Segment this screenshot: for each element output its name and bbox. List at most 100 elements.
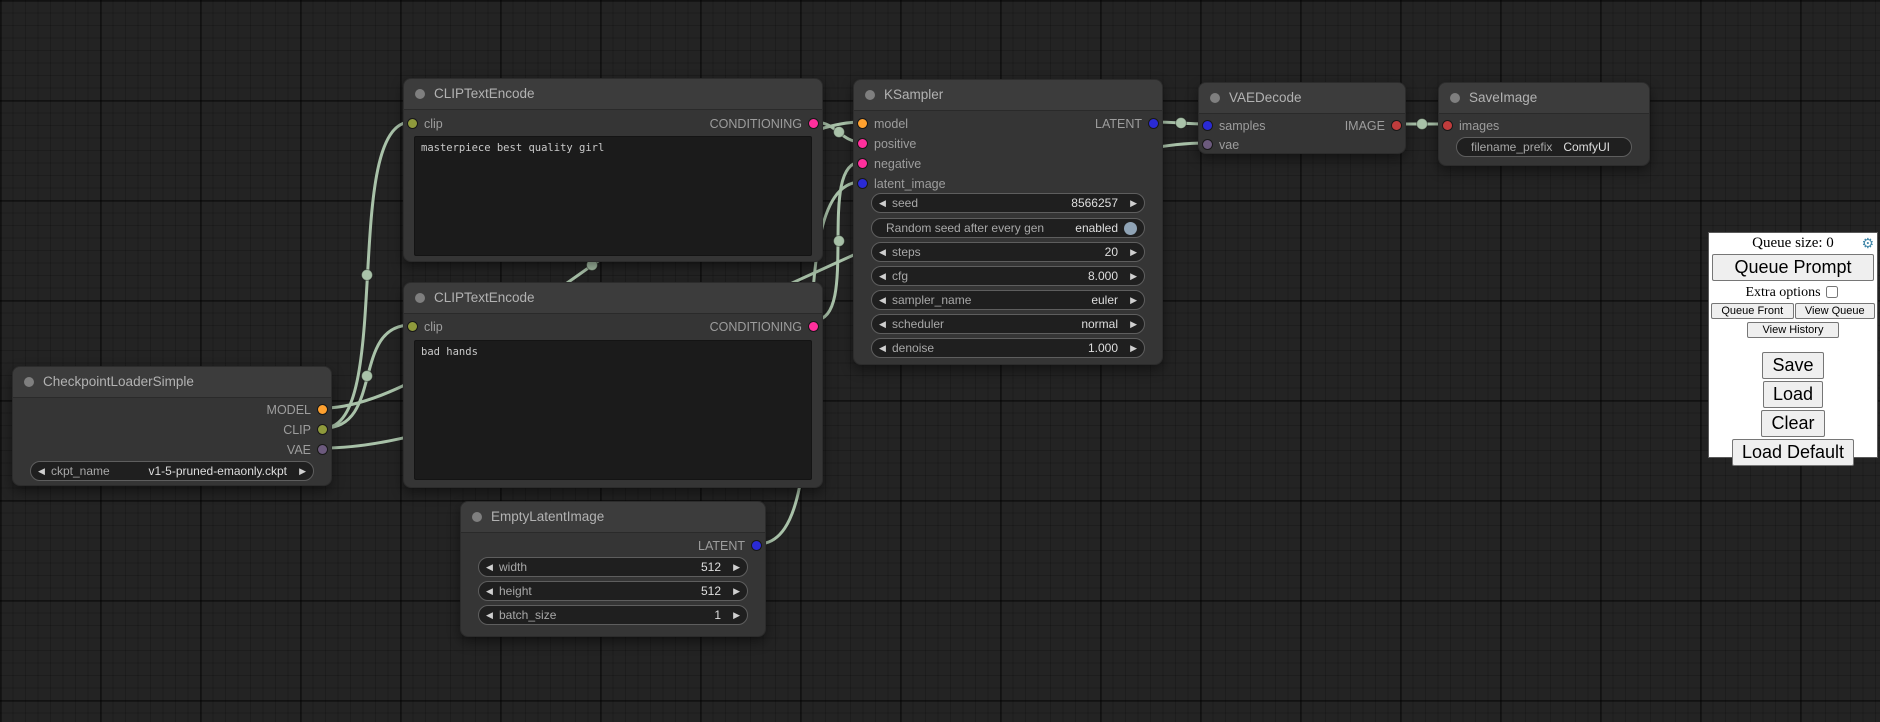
node-title-bar[interactable]: CLIPTextEncode: [404, 79, 822, 110]
height-widget[interactable]: ◀ height 512 ▶: [478, 581, 748, 601]
input-slot-negative[interactable]: negative: [858, 155, 921, 172]
collapse-dot-icon[interactable]: [865, 90, 875, 100]
node-vaedecode[interactable]: VAEDecode samples vae IMAGE: [1198, 82, 1406, 154]
node-cliptextencode-negative[interactable]: CLIPTextEncode clip CONDITIONING bad han…: [403, 282, 823, 488]
increment-arrow-icon[interactable]: ▶: [727, 586, 740, 597]
latent-port-icon[interactable]: [858, 179, 867, 188]
input-slot-latent-image[interactable]: latent_image: [858, 175, 946, 192]
increment-arrow-icon[interactable]: ▶: [1124, 198, 1137, 209]
collapse-dot-icon[interactable]: [1450, 93, 1460, 103]
decrement-arrow-icon[interactable]: ◀: [486, 562, 499, 573]
settings-gear-icon[interactable]: ⚙: [1861, 235, 1874, 254]
vae-port-icon[interactable]: [1203, 140, 1212, 149]
random-seed-toggle-widget[interactable]: Random seed after every gen enabled: [871, 218, 1145, 238]
view-history-button[interactable]: View History: [1747, 322, 1839, 338]
clear-button[interactable]: Clear: [1761, 410, 1824, 437]
input-slot-positive[interactable]: positive: [858, 135, 916, 152]
increment-arrow-icon[interactable]: ▶: [727, 610, 740, 621]
toggle-on-icon[interactable]: [1124, 222, 1137, 235]
comfyui-canvas[interactable]: { "colors": { "link": "#a9c2a9", "title_…: [0, 0, 1880, 722]
node-checkpointloadersimple[interactable]: CheckpointLoaderSimple MODEL CLIP VAE ◀ …: [12, 366, 332, 486]
ckpt-name-widget[interactable]: ◀ ckpt_name v1-5-pruned-emaonly.ckpt ▶: [30, 461, 314, 481]
view-queue-button[interactable]: View Queue: [1795, 303, 1875, 319]
node-title-bar[interactable]: KSampler: [854, 80, 1162, 111]
model-port-icon[interactable]: [318, 405, 327, 414]
input-slot-vae[interactable]: vae: [1203, 136, 1239, 153]
input-slot-images[interactable]: images: [1443, 117, 1499, 134]
queue-prompt-button[interactable]: Queue Prompt: [1712, 254, 1874, 281]
node-cliptextencode-positive[interactable]: CLIPTextEncode clip CONDITIONING masterp…: [403, 78, 823, 262]
node-title-bar[interactable]: SaveImage: [1439, 83, 1649, 114]
extra-options-checkbox[interactable]: [1826, 286, 1838, 298]
image-port-icon[interactable]: [1443, 121, 1452, 130]
load-default-button[interactable]: Load Default: [1732, 439, 1854, 466]
latent-port-icon[interactable]: [752, 541, 761, 550]
input-slot-samples[interactable]: samples: [1203, 117, 1266, 134]
input-slot-clip[interactable]: clip: [408, 115, 443, 132]
output-slot-model[interactable]: MODEL: [267, 401, 327, 418]
queue-front-button[interactable]: Queue Front: [1711, 303, 1794, 319]
denoise-widget[interactable]: ◀ denoise 1.000 ▶: [871, 338, 1145, 358]
decrement-arrow-icon[interactable]: ◀: [879, 343, 892, 354]
output-slot-conditioning[interactable]: CONDITIONING: [710, 318, 818, 335]
latent-port-icon[interactable]: [1149, 119, 1158, 128]
steps-widget[interactable]: ◀ steps 20 ▶: [871, 242, 1145, 262]
cfg-widget[interactable]: ◀ cfg 8.000 ▶: [871, 266, 1145, 286]
node-saveimage[interactable]: SaveImage images filename_prefix ComfyUI: [1438, 82, 1650, 166]
decrement-arrow-icon[interactable]: ◀: [486, 586, 499, 597]
output-slot-clip[interactable]: CLIP: [283, 421, 327, 438]
increment-arrow-icon[interactable]: ▶: [1124, 271, 1137, 282]
node-title-bar[interactable]: CLIPTextEncode: [404, 283, 822, 314]
collapse-dot-icon[interactable]: [415, 293, 425, 303]
increment-arrow-icon[interactable]: ▶: [1124, 343, 1137, 354]
width-widget[interactable]: ◀ width 512 ▶: [478, 557, 748, 577]
increment-arrow-icon[interactable]: ▶: [727, 562, 740, 573]
batch-size-widget[interactable]: ◀ batch_size 1 ▶: [478, 605, 748, 625]
output-slot-latent[interactable]: LATENT: [1095, 115, 1158, 132]
positive-prompt-textarea[interactable]: masterpiece best quality girl: [414, 136, 812, 256]
collapse-dot-icon[interactable]: [1210, 93, 1220, 103]
clip-port-icon[interactable]: [408, 119, 417, 128]
clip-port-icon[interactable]: [318, 425, 327, 434]
increment-arrow-icon[interactable]: ▶: [1124, 319, 1137, 330]
increment-arrow-icon[interactable]: ▶: [293, 466, 306, 477]
node-emptylatentimage[interactable]: EmptyLatentImage LATENT ◀ width 512 ▶ ◀ …: [460, 501, 766, 637]
decrement-arrow-icon[interactable]: ◀: [879, 198, 892, 209]
output-slot-vae[interactable]: VAE: [287, 441, 327, 458]
decrement-arrow-icon[interactable]: ◀: [879, 247, 892, 258]
conditioning-port-icon[interactable]: [809, 322, 818, 331]
decrement-arrow-icon[interactable]: ◀: [879, 271, 892, 282]
node-title-bar[interactable]: VAEDecode: [1199, 83, 1405, 114]
node-title-bar[interactable]: CheckpointLoaderSimple: [13, 367, 331, 398]
output-slot-latent[interactable]: LATENT: [698, 537, 761, 554]
filename-prefix-widget[interactable]: filename_prefix ComfyUI: [1456, 137, 1632, 157]
decrement-arrow-icon[interactable]: ◀: [486, 610, 499, 621]
clip-port-icon[interactable]: [408, 322, 417, 331]
increment-arrow-icon[interactable]: ▶: [1124, 295, 1137, 306]
decrement-arrow-icon[interactable]: ◀: [38, 466, 51, 477]
save-button[interactable]: Save: [1762, 352, 1823, 379]
collapse-dot-icon[interactable]: [415, 89, 425, 99]
load-button[interactable]: Load: [1763, 381, 1823, 408]
node-title-bar[interactable]: EmptyLatentImage: [461, 502, 765, 533]
input-slot-clip[interactable]: clip: [408, 318, 443, 335]
conditioning-port-icon[interactable]: [858, 159, 867, 168]
increment-arrow-icon[interactable]: ▶: [1124, 247, 1137, 258]
image-port-icon[interactable]: [1392, 121, 1401, 130]
negative-prompt-textarea[interactable]: bad hands: [414, 340, 812, 480]
scheduler-widget[interactable]: ◀ scheduler normal ▶: [871, 314, 1145, 334]
sampler-name-widget[interactable]: ◀ sampler_name euler ▶: [871, 290, 1145, 310]
conditioning-port-icon[interactable]: [858, 139, 867, 148]
node-ksampler[interactable]: KSampler model positive negative latent_…: [853, 79, 1163, 365]
input-slot-model[interactable]: model: [858, 115, 908, 132]
collapse-dot-icon[interactable]: [24, 377, 34, 387]
collapse-dot-icon[interactable]: [472, 512, 482, 522]
vae-port-icon[interactable]: [318, 445, 327, 454]
conditioning-port-icon[interactable]: [809, 119, 818, 128]
decrement-arrow-icon[interactable]: ◀: [879, 295, 892, 306]
latent-port-icon[interactable]: [1203, 121, 1212, 130]
model-port-icon[interactable]: [858, 119, 867, 128]
decrement-arrow-icon[interactable]: ◀: [879, 319, 892, 330]
output-slot-conditioning[interactable]: CONDITIONING: [710, 115, 818, 132]
seed-widget[interactable]: ◀ seed 8566257 ▶: [871, 193, 1145, 213]
